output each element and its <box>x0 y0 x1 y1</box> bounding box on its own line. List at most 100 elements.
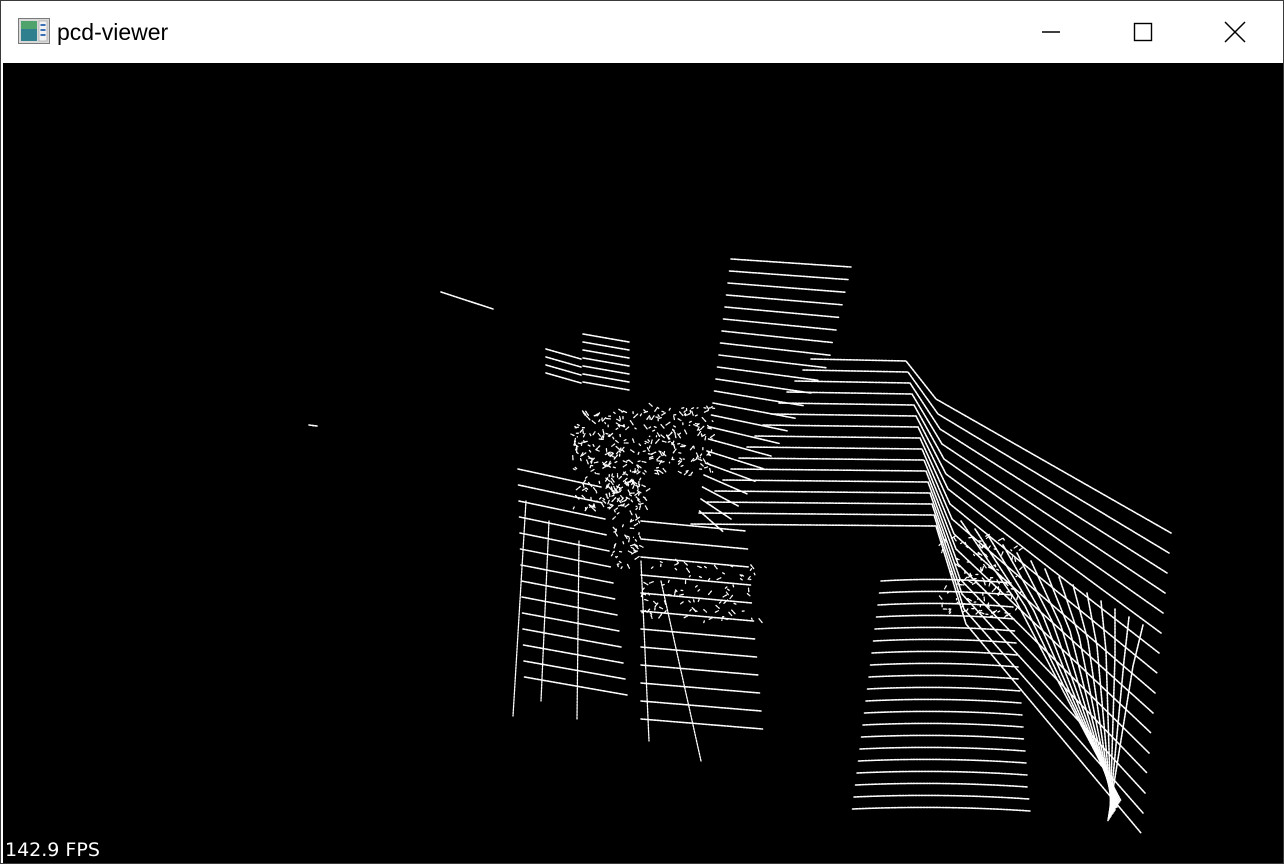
scan-line <box>601 417 607 422</box>
scan-line <box>727 282 846 293</box>
scan-line <box>1001 536 1005 541</box>
scan-line <box>667 440 671 443</box>
scan-line <box>977 540 982 542</box>
scan-line <box>688 575 691 578</box>
scan-line <box>718 600 723 604</box>
scan-line <box>695 610 698 612</box>
scan-line <box>637 492 640 497</box>
scan-line <box>640 664 759 676</box>
scan-line <box>602 497 606 501</box>
maximize-button[interactable] <box>1097 1 1189 62</box>
scan-line <box>683 561 688 566</box>
scan-line <box>645 488 651 492</box>
scan-line <box>731 609 736 615</box>
scan-line <box>668 407 672 411</box>
scan-line <box>716 366 820 382</box>
scan-line <box>582 373 630 383</box>
scan-line <box>686 412 691 416</box>
scan-line <box>859 746 1026 752</box>
scan-line <box>651 451 657 455</box>
scan-line <box>683 410 686 413</box>
scan-line <box>611 466 616 469</box>
scan-line <box>585 415 591 421</box>
scan-line <box>644 440 649 444</box>
scan-line <box>714 610 719 613</box>
scan-line <box>638 535 642 539</box>
scan-line <box>582 341 630 351</box>
scan-line <box>517 468 602 488</box>
scan-line <box>637 451 640 456</box>
scan-line <box>988 581 991 587</box>
scan-line <box>638 502 644 505</box>
scan-line <box>1006 590 1010 593</box>
scan-line <box>618 415 622 421</box>
scan-line <box>606 493 608 499</box>
scan-line <box>722 318 837 331</box>
scan-line <box>941 548 944 554</box>
scan-line <box>851 806 1031 812</box>
scan-line <box>634 555 640 560</box>
scan-line <box>629 420 634 426</box>
scan-line <box>640 592 753 604</box>
scan-line <box>688 600 692 604</box>
close-button[interactable] <box>1189 1 1281 62</box>
scan-line <box>611 494 615 497</box>
scan-line <box>622 463 628 468</box>
point-cloud-viewport[interactable]: 142.9 FPS <box>3 63 1283 863</box>
scan-line <box>582 333 630 343</box>
scan-line <box>729 594 734 600</box>
scan-line <box>588 449 592 453</box>
scan-line <box>592 431 596 436</box>
scan-line <box>674 433 677 439</box>
scan-line <box>640 538 749 550</box>
scan-line <box>620 566 623 570</box>
scan-line <box>721 330 834 344</box>
scan-line <box>522 628 622 648</box>
scan-line <box>614 532 618 537</box>
scan-line <box>707 427 711 430</box>
scan-line <box>860 734 1025 740</box>
scan-line <box>653 425 658 429</box>
scan-line <box>875 614 1015 620</box>
scan-line <box>636 471 641 475</box>
scan-line <box>621 499 627 503</box>
scan-line <box>872 638 1017 644</box>
title-bar[interactable]: pcd-viewer <box>1 1 1283 62</box>
scan-line <box>988 578 992 581</box>
scan-line <box>960 542 963 545</box>
scan-line <box>987 602 990 606</box>
scan-line <box>672 439 675 444</box>
scan-line <box>716 577 722 581</box>
scan-line <box>643 410 649 414</box>
scan-line <box>628 459 634 464</box>
scan-line <box>580 441 583 446</box>
scan-line <box>714 490 1148 774</box>
scan-line <box>640 628 756 640</box>
scan-line <box>709 405 713 409</box>
scan-line <box>997 586 1000 590</box>
scan-line <box>694 414 698 417</box>
scan-line <box>585 487 589 491</box>
scan-line <box>586 444 591 447</box>
scan-line <box>520 564 614 584</box>
scan-line <box>1010 594 1013 600</box>
scan-line <box>713 564 718 570</box>
scan-line <box>582 365 630 375</box>
scan-line <box>750 564 755 570</box>
scan-line <box>519 532 610 552</box>
minimize-button[interactable] <box>1005 1 1097 62</box>
scan-line <box>1016 552 1118 808</box>
scan-line <box>582 433 586 438</box>
scan-line <box>968 536 974 539</box>
scan-line <box>709 434 716 439</box>
scan-line <box>643 424 648 430</box>
scan-line <box>632 483 636 485</box>
scan-line <box>598 480 601 485</box>
scan-line <box>615 506 619 510</box>
scan-line <box>308 424 318 427</box>
scan-line <box>688 608 692 612</box>
scan-line <box>611 443 616 447</box>
scan-line <box>593 461 599 464</box>
scan-line <box>631 551 637 555</box>
scan-line <box>998 589 1001 594</box>
